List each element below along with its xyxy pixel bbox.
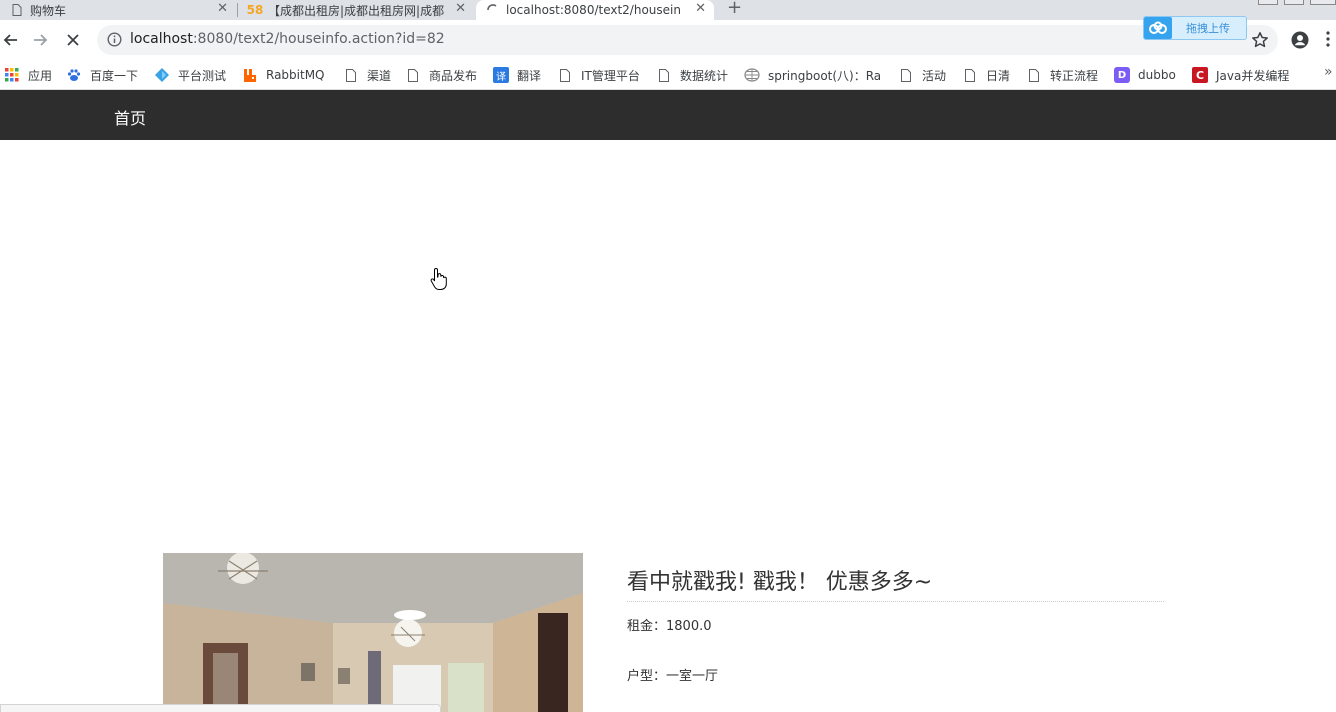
page-icon — [405, 67, 421, 83]
58-logo-icon: 58 — [246, 3, 264, 17]
bookmark-label: 渠道 — [367, 68, 392, 83]
forward-button[interactable] — [31, 30, 51, 50]
bookmark-activity[interactable]: 活动 — [898, 64, 946, 86]
rent-label: 租金： — [627, 619, 667, 634]
tab-strip: 购物车 ✕ 58 【成都出租房|成都出租房网|成都 ✕ localhost:80… — [0, 0, 1336, 20]
more-bookmarks-icon[interactable]: » — [1324, 64, 1333, 80]
bookmark-java-concurrency[interactable]: C Java并发编程 — [1192, 64, 1289, 86]
rent-line: 租金：1800.0 — [627, 615, 712, 634]
bookmark-label: springboot(八)：Ra — [768, 68, 880, 83]
page-icon — [343, 67, 359, 83]
loading-icon — [486, 3, 500, 17]
bookmark-label: 百度一下 — [90, 68, 139, 83]
upload-label: 拖拽上传 — [1186, 22, 1230, 35]
new-tab-icon[interactable]: + — [727, 0, 742, 18]
rent-value: 1800.0 — [666, 619, 712, 634]
bookmark-label: 转正流程 — [1050, 68, 1099, 83]
stop-icon — [67, 34, 79, 46]
bookmark-label: Java并发编程 — [1216, 68, 1290, 83]
bookmark-product-publish[interactable]: 商品发布 — [405, 64, 477, 86]
apps-grid-icon — [4, 67, 20, 83]
layout-value: 一室一厅 — [666, 669, 719, 684]
bookmark-rabbitmq[interactable]: RabbitMQ — [242, 64, 325, 86]
bookmark-translate[interactable]: 译 翻译 — [493, 64, 541, 86]
page-icon — [1026, 67, 1042, 83]
csdn-icon: C — [1192, 67, 1208, 83]
bookmark-data-stats[interactable]: 数据统计 — [656, 64, 728, 86]
house-photo — [163, 553, 583, 712]
hand-cursor-icon — [430, 267, 448, 295]
bookmarks-bar: 应用 百度一下 平台测试 RabbitMQ 渠道 商品发布 译 翻译 IT管理平… — [0, 60, 1336, 90]
url-host: localhost — [130, 31, 193, 47]
layout-line: 户型：一室一厅 — [627, 665, 718, 684]
page-icon — [10, 3, 24, 17]
status-bar — [0, 704, 441, 712]
drag-upload-widget[interactable]: 拖拽上传 — [1143, 16, 1247, 40]
info-icon[interactable] — [107, 32, 122, 51]
layout-label: 户型： — [627, 669, 667, 684]
tab-cart[interactable]: 购物车 ✕ — [0, 0, 236, 20]
tab-58-listing[interactable]: 58 【成都出租房|成都出租房网|成都 ✕ — [238, 0, 474, 20]
page-icon — [962, 67, 978, 83]
bookmark-regularization[interactable]: 转正流程 — [1026, 64, 1098, 86]
tab-houseinfo[interactable]: localhost:8080/text2/houseinf ✕ — [476, 0, 714, 20]
tab-title: 购物车 — [30, 3, 67, 18]
bookmark-star-icon[interactable] — [1251, 31, 1269, 53]
page-icon — [898, 67, 914, 83]
page-icon — [557, 67, 573, 83]
bookmark-dubbo[interactable]: D dubbo — [1114, 64, 1176, 86]
bookmark-label: 翻译 — [517, 68, 542, 83]
page-icon — [656, 67, 672, 83]
more-menu-icon[interactable] — [1326, 31, 1330, 51]
url-text[interactable]: localhost:8080/text2/houseinfo.action?id… — [130, 31, 445, 47]
forward-arrow-icon — [34, 34, 48, 46]
tab-title: localhost:8080/text2/houseinf — [506, 3, 681, 17]
bookmark-label: 活动 — [922, 68, 947, 83]
bookmark-label: 平台测试 — [178, 68, 227, 83]
site-navbar: 首页 — [0, 90, 1336, 140]
bookmark-label: IT管理平台 — [581, 68, 640, 83]
diamond-icon — [154, 67, 170, 83]
bookmark-apps[interactable]: 应用 — [4, 64, 52, 86]
globe-icon — [744, 67, 760, 83]
bookmark-daily[interactable]: 日清 — [962, 64, 1010, 86]
bookmark-channel[interactable]: 渠道 — [343, 64, 391, 86]
bookmark-label: dubbo — [1138, 68, 1176, 82]
close-icon[interactable]: ✕ — [695, 1, 706, 16]
close-window-icon[interactable] — [1310, 0, 1336, 5]
maximize-icon[interactable] — [1284, 0, 1304, 5]
bookmark-platform-test[interactable]: 平台测试 — [154, 64, 226, 86]
bookmark-label: 日清 — [986, 68, 1011, 83]
stop-button[interactable] — [63, 30, 83, 50]
cloud-icon — [1144, 17, 1172, 39]
dubbo-icon: D — [1114, 67, 1130, 83]
back-arrow-icon — [3, 34, 17, 46]
tab-title: 【成都出租房|成都出租房网|成都 — [268, 3, 445, 18]
profile-avatar-icon[interactable] — [1291, 31, 1309, 53]
close-icon[interactable]: ✕ — [217, 1, 228, 16]
back-button[interactable] — [0, 30, 20, 50]
url-path: :8080/text2/houseinfo.action?id=82 — [192, 31, 445, 47]
bookmark-baidu[interactable]: 百度一下 — [66, 64, 138, 86]
bookmark-label: 应用 — [28, 68, 53, 83]
baidu-paw-icon — [66, 67, 82, 83]
bookmark-label: 商品发布 — [429, 68, 478, 83]
bookmark-label: RabbitMQ — [266, 68, 325, 82]
bookmark-label: 数据统计 — [680, 68, 729, 83]
close-icon[interactable]: ✕ — [455, 1, 466, 16]
nav-home-link[interactable]: 首页 — [114, 105, 146, 129]
translate-icon: 译 — [493, 67, 509, 83]
house-title: 看中就戳我! 戳我！ 优惠多多~ — [627, 570, 933, 595]
bookmark-springboot[interactable]: springboot(八)：Ra — [744, 64, 880, 86]
rabbitmq-icon — [242, 67, 258, 83]
title-divider — [627, 601, 1164, 602]
bookmark-it-platform[interactable]: IT管理平台 — [557, 64, 640, 86]
minimize-icon[interactable] — [1258, 0, 1278, 5]
